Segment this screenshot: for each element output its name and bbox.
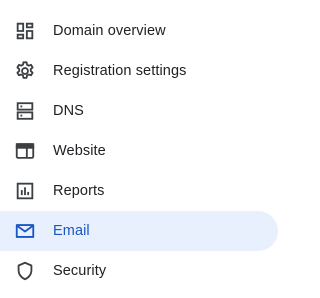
nav-item-label: Email <box>53 223 90 239</box>
mail-icon <box>14 220 36 242</box>
nav-item-label: Website <box>53 143 106 159</box>
nav-item-reports[interactable]: Reports <box>0 171 286 211</box>
nav-item-registration-settings[interactable]: Registration settings <box>0 51 286 91</box>
dns-icon <box>14 100 36 122</box>
web-icon <box>14 140 36 162</box>
nav-item-label: Security <box>53 263 107 279</box>
reports-icon <box>14 180 36 202</box>
nav-item-email[interactable]: Email <box>0 211 286 251</box>
nav-item-domain-overview[interactable]: Domain overview <box>0 11 286 51</box>
nav-item-label: Reports <box>53 183 105 199</box>
nav-item-label: DNS <box>53 103 84 119</box>
nav-item-website[interactable]: Website <box>0 131 286 171</box>
nav-item-label: Domain overview <box>53 23 166 39</box>
nav-item-label: Registration settings <box>53 63 187 79</box>
nav-item-dns[interactable]: DNS <box>0 91 286 131</box>
dashboard-icon <box>14 20 36 42</box>
nav-item-security[interactable]: Security <box>0 251 286 291</box>
settings-icon <box>14 60 36 82</box>
shield-icon <box>14 260 36 282</box>
sidebar-nav: Domain overview Registration settings DN… <box>0 11 286 291</box>
